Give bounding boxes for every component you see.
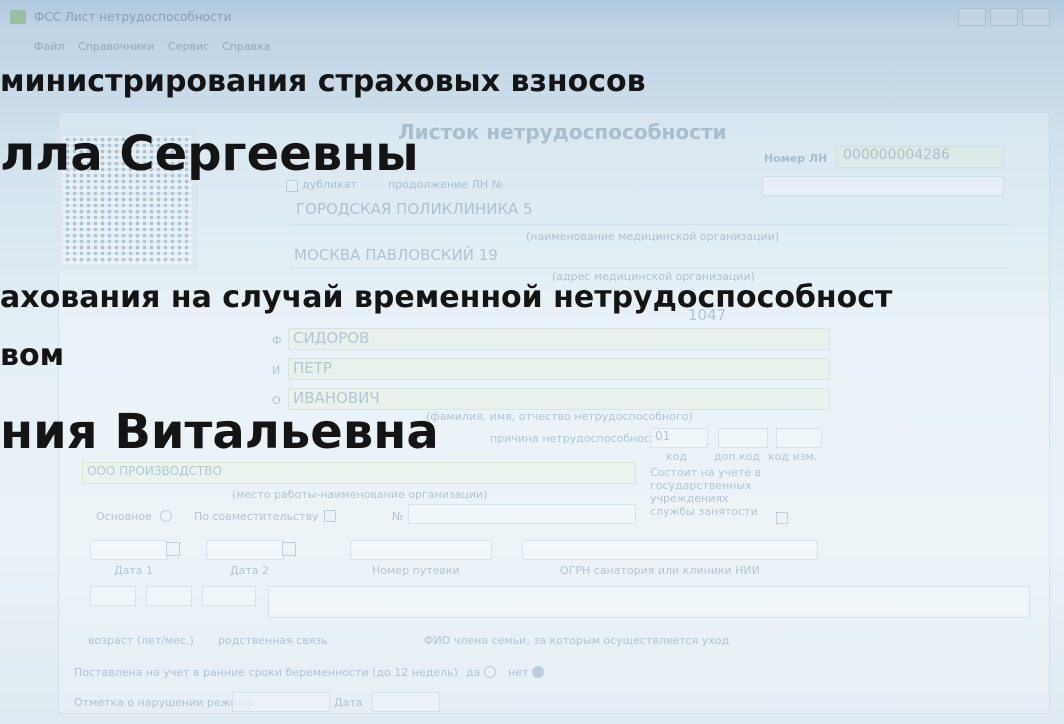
window-title: ФСС Лист нетрудоспособности [34, 10, 232, 24]
yes-label: да [466, 666, 481, 679]
main-job-label: Основное [96, 510, 152, 523]
maximize-icon[interactable] [990, 8, 1018, 26]
number-sign: № [392, 510, 404, 523]
surname-value: СИДОРОВ [293, 329, 370, 347]
main-job-radio[interactable] [160, 510, 172, 522]
age-label: возраст (лет/мес.) [88, 634, 194, 647]
cause-extra-select[interactable] [718, 428, 768, 448]
slide-line-name-1: лла Сергеевны [0, 126, 419, 182]
menu-file[interactable]: Файл [34, 40, 64, 53]
yes-radio[interactable] [484, 666, 496, 678]
fio-caption: (фамилия, имя, отчество нетрудоспособног… [426, 410, 693, 423]
name-prefix: И [272, 364, 281, 377]
number-field[interactable]: 000000004286 [836, 146, 1004, 168]
menu-help[interactable]: Справка [222, 40, 270, 53]
family-caption: ФИО члена семьи, за которым осуществляет… [424, 634, 730, 647]
window-controls [958, 8, 1050, 26]
cause-col-change: код изм. [768, 450, 818, 463]
date2-label: Дата 2 [230, 564, 269, 577]
org-name-caption: (наименование медицинской организации) [526, 230, 780, 243]
name-field[interactable]: ПЕТР [288, 358, 830, 380]
violation-label: Отметка о нарушении режима [74, 696, 253, 709]
continuation-field[interactable] [762, 176, 1004, 196]
employer-field[interactable]: ООО ПРОИЗВОДСТВО [82, 462, 636, 484]
date2-calendar-icon[interactable] [282, 542, 296, 556]
minimize-icon[interactable] [958, 8, 986, 26]
relation-select[interactable] [202, 586, 256, 606]
employment-checkbox[interactable] [776, 512, 788, 524]
cause-label: причина нетрудоспособности [490, 432, 664, 445]
part-time-label: По совместительству [194, 510, 319, 523]
violation-date-field[interactable] [372, 692, 440, 712]
voucher-field[interactable] [350, 540, 492, 560]
cause-col-code: код [666, 450, 687, 463]
family-member-field[interactable] [268, 586, 1030, 618]
employer-value: ООО ПРОИЗВОДСТВО [87, 464, 222, 478]
part-time-checkbox[interactable] [324, 510, 336, 522]
background-window: ФСС Лист нетрудоспособности Файл Справоч… [0, 0, 1064, 724]
age-months-field[interactable] [146, 586, 192, 606]
window-titlebar: ФСС Лист нетрудоспособности [0, 0, 1064, 34]
part-time-number-field[interactable] [408, 504, 636, 524]
close-icon[interactable] [1022, 8, 1050, 26]
cause-code-select[interactable]: 01 [650, 428, 708, 448]
app-icon [10, 10, 26, 24]
surname-field[interactable]: СИДОРОВ [288, 328, 830, 350]
violation-select[interactable] [232, 692, 330, 712]
voucher-label: Номер путевки [372, 564, 460, 577]
no-radio[interactable] [532, 666, 544, 678]
number-label: Номер ЛН [764, 152, 828, 165]
employer-caption: (место работы-наименование организации) [232, 488, 488, 501]
cause-code-value: 01 [655, 429, 671, 443]
date2-field[interactable] [206, 540, 284, 560]
menu-service[interactable]: Сервис [168, 40, 209, 53]
org-name: ГОРОДСКАЯ ПОЛИКЛИНИКА 5 [296, 200, 533, 218]
age-years-field[interactable] [90, 586, 136, 606]
relation-label: родственная связь [218, 634, 328, 647]
slide-line-agency: министрирования страховых взносов [0, 64, 646, 99]
name-value: ПЕТР [293, 359, 332, 377]
cause-change-select[interactable] [776, 428, 822, 448]
menu-references[interactable]: Справочники [78, 40, 154, 53]
no-label: нет [508, 666, 529, 679]
slide-line-role: вом [0, 338, 65, 373]
employment-caption: Состоит на учете в государственных учреж… [650, 466, 762, 518]
cause-col-extra: доп.код [714, 450, 761, 463]
pregnancy-label: Поставлена на учет в ранние сроки береме… [74, 666, 458, 679]
menu-bar: Файл Справочники Сервис Справка [0, 36, 1064, 58]
surname-prefix: Ф [272, 334, 282, 347]
date1-label: Дата 1 [114, 564, 153, 577]
number-value: 000000004286 [843, 147, 950, 163]
form-heading: Листок нетрудоспособности [398, 120, 727, 144]
slide-line-name-2: ния Витальевна [0, 404, 439, 460]
slide-line-insurance: ахования на случай временной нетрудоспос… [0, 280, 893, 315]
date1-calendar-icon[interactable] [166, 542, 180, 556]
date1-field[interactable] [90, 540, 168, 560]
sanatorium-field[interactable] [522, 540, 818, 560]
org-address: МОСКВА ПАВЛОВСКИЙ 19 [294, 246, 498, 264]
sanatorium-label: ОГРН санатория или клиники НИИ [560, 564, 760, 577]
date-label: Дата [334, 696, 363, 709]
